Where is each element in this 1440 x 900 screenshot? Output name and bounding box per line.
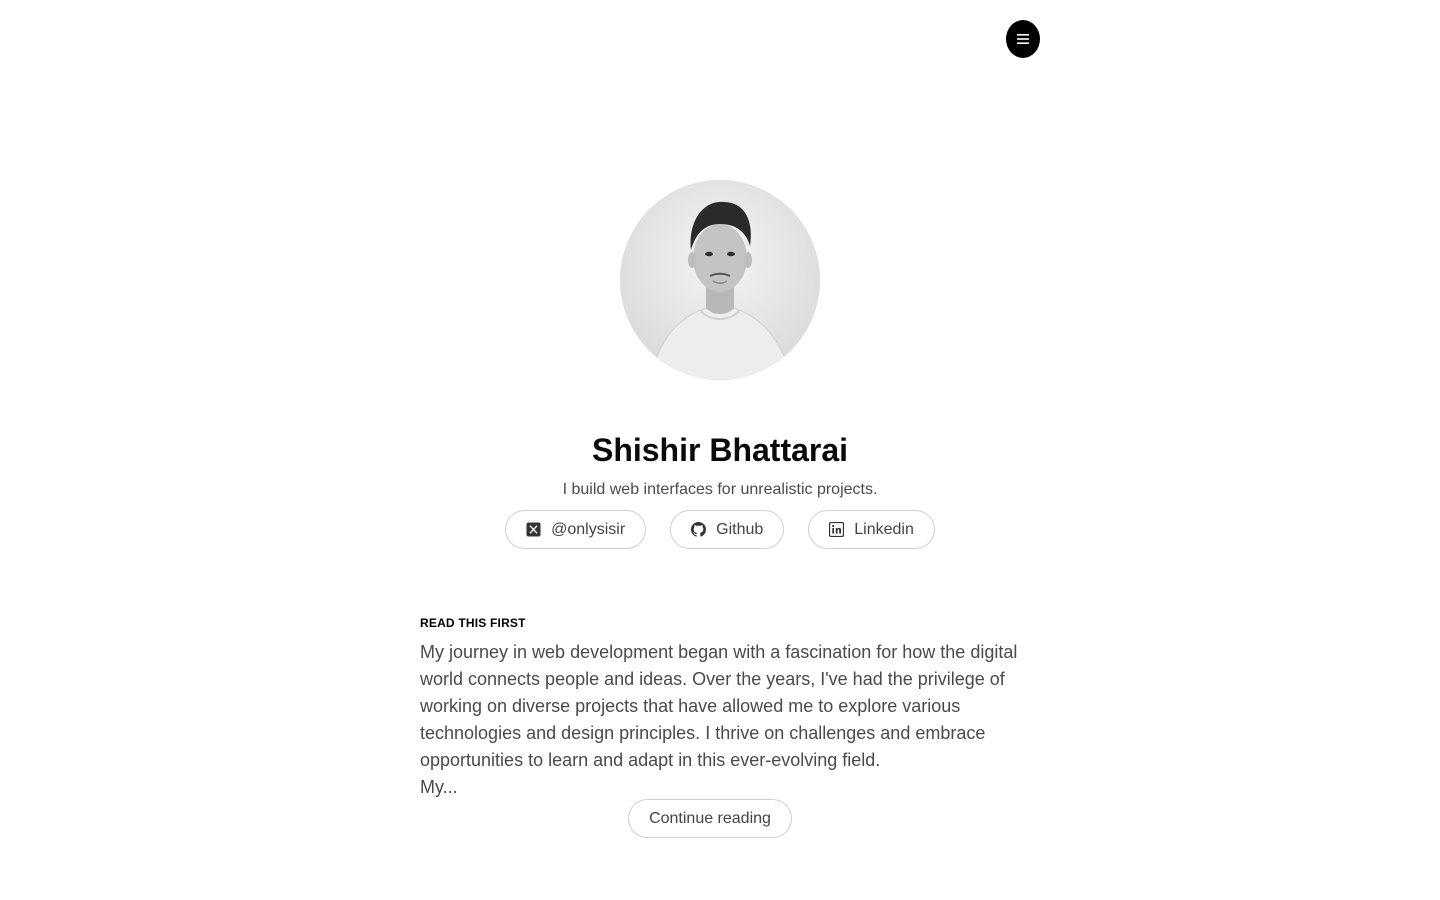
x-logo-icon — [526, 522, 541, 537]
hamburger-menu-icon — [1016, 33, 1030, 45]
section-label: READ THIS FIRST — [420, 616, 526, 630]
social-link-label: Linkedin — [854, 520, 914, 538]
profile-tagline: I build web interfaces for unrealistic p… — [562, 481, 878, 498]
social-link-github[interactable]: Github — [670, 510, 785, 549]
avatar — [620, 180, 820, 380]
social-link-linkedin[interactable]: Linkedin — [808, 510, 935, 549]
social-link-label: Github — [716, 520, 764, 538]
menu-button[interactable] — [1006, 20, 1040, 58]
github-icon — [691, 522, 707, 537]
intro-excerpt: My journey in web development began with… — [420, 642, 1018, 770]
intro-section: READ THIS FIRST My journey in web develo… — [420, 615, 1030, 801]
continue-reading-button[interactable]: Continue reading — [628, 799, 792, 838]
social-link-label: @onlysisir — [551, 520, 626, 538]
social-links: @onlysisir Github Linkedin — [0, 510, 1440, 549]
intro-excerpt-tail: My... — [420, 777, 458, 797]
profile-name: Shishir Bhattarai — [591, 432, 849, 468]
social-link-x[interactable]: @onlysisir — [505, 510, 647, 549]
linkedin-icon — [829, 522, 845, 537]
